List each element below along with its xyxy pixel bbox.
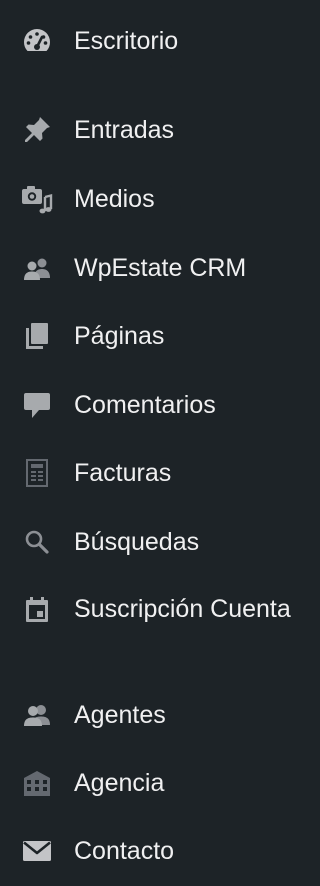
menu-item-label: Facturas xyxy=(74,459,172,487)
menu-item-label: Páginas xyxy=(74,322,165,350)
email-icon xyxy=(19,833,55,869)
calendar-icon xyxy=(19,592,55,628)
admin-sidebar: Escritorio Entradas Medios WpEstate CRM … xyxy=(0,0,316,886)
invoice-icon xyxy=(19,455,55,491)
agents-icon xyxy=(19,697,55,733)
building-icon xyxy=(19,765,55,801)
dashboard-icon xyxy=(19,23,55,59)
menu-item-label: Comentarios xyxy=(74,391,216,419)
comment-icon xyxy=(19,387,55,423)
menu-item-label: Entradas xyxy=(74,116,175,144)
search-icon xyxy=(19,524,55,560)
menu-item-label: Medios xyxy=(74,185,155,213)
menu-item-label: Búsquedas xyxy=(74,528,200,556)
menu-item-label: WpEstate CRM xyxy=(74,254,247,282)
menu-item-label: Agentes xyxy=(74,701,166,729)
menu-item-label: Agencia xyxy=(74,769,165,797)
menu-item-label: Suscripción Cuenta xyxy=(74,595,291,623)
pin-icon xyxy=(19,112,55,148)
menu-item-label: Escritorio xyxy=(74,27,179,55)
menu-item-label: Contacto xyxy=(74,837,175,865)
media-icon xyxy=(19,181,55,217)
users-icon xyxy=(19,250,55,286)
pages-icon xyxy=(19,318,55,354)
